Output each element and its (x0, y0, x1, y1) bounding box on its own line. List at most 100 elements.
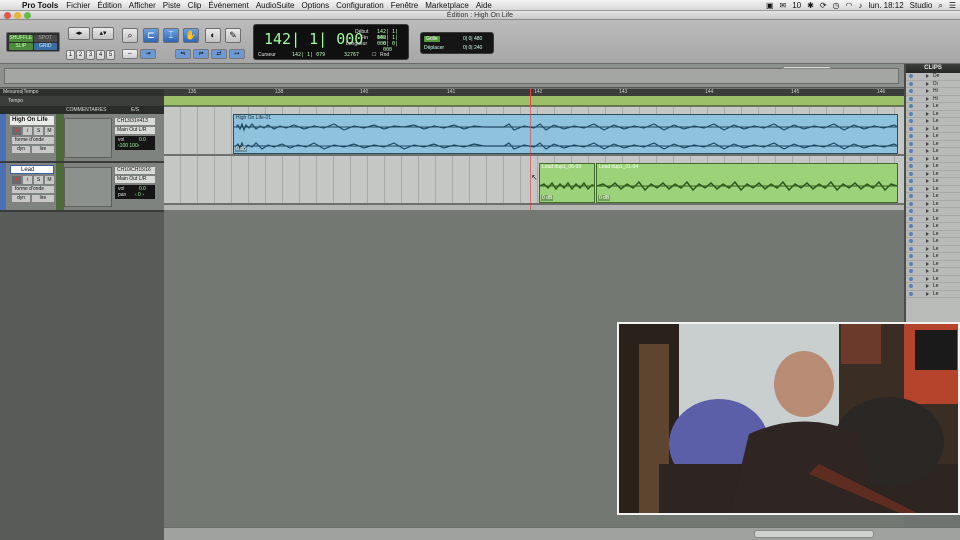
sync-icon[interactable]: ⟳ (820, 1, 827, 10)
mail-icon[interactable]: ✉ (780, 1, 787, 10)
track-view-selector[interactable]: forme d'onde (12, 137, 54, 144)
zoom-preset-4[interactable]: 4 (96, 50, 105, 60)
clips-list-item[interactable]: Le (906, 253, 960, 261)
disclosure-triangle-icon[interactable] (926, 284, 929, 289)
disclosure-triangle-icon[interactable] (926, 291, 929, 296)
zoom-preset-1[interactable]: 1 (66, 50, 75, 60)
clips-list-item[interactable]: Le (906, 133, 960, 141)
overview-strip[interactable] (4, 68, 899, 84)
minimize-window-icon[interactable] (14, 12, 21, 19)
volume-pan-display[interactable]: vol 0.0 pan ‹ 0 › (115, 185, 155, 199)
clips-list-item[interactable]: Le (906, 276, 960, 283)
clip-gain[interactable]: 0 dB (235, 146, 248, 152)
record-icon[interactable]: ● (12, 176, 21, 184)
disclosure-triangle-icon[interactable] (926, 104, 929, 109)
shuffle-mode-button[interactable]: SHUFFLE (9, 35, 33, 42)
zoom-preset-3[interactable]: 3 (86, 50, 95, 60)
disclosure-triangle-icon[interactable] (926, 231, 929, 236)
disclosure-triangle-icon[interactable] (926, 156, 929, 161)
track-lane-high-on-life[interactable]: High On Life-01 0 dB (164, 107, 904, 156)
clips-list-item[interactable]: De (906, 73, 960, 81)
automation-mode-button[interactable]: lire (32, 146, 54, 153)
playhead-marker[interactable] (530, 89, 531, 107)
notification-icon[interactable]: ☰ (949, 1, 956, 10)
clips-list-item[interactable]: Le (906, 238, 960, 246)
audio-clip[interactable]: Lead dup1_01-04 0 dB (596, 163, 898, 203)
clips-list-item[interactable]: Di (906, 81, 960, 88)
mirror-midi-icon[interactable]: ⇄ (211, 49, 227, 59)
spot-mode-button[interactable]: SPOT (33, 35, 57, 42)
disclosure-triangle-icon[interactable] (926, 201, 929, 206)
overview-scroll-handle[interactable] (783, 66, 831, 69)
close-window-icon[interactable] (4, 12, 11, 19)
clips-list-item[interactable]: Le (906, 148, 960, 156)
comments-field[interactable] (64, 118, 112, 158)
disclosure-triangle-icon[interactable] (926, 149, 929, 154)
grid-button[interactable]: Grille (424, 36, 440, 42)
zoom-horizontal-icon[interactable]: ◂▸ (68, 27, 90, 40)
grid-mode-button[interactable]: GRID (33, 43, 57, 50)
clips-list-item[interactable]: Le (906, 223, 960, 231)
pencil-tool-icon[interactable]: ✎ (225, 28, 241, 43)
disclosure-triangle-icon[interactable] (926, 246, 929, 251)
menu-piste[interactable]: Piste (163, 1, 181, 10)
menu-clip[interactable]: Clip (188, 1, 202, 10)
tab-to-transient-icon[interactable]: ⇥ (140, 49, 156, 59)
app-menu[interactable]: Pro Tools (22, 1, 58, 10)
grabber-tool-icon[interactable]: ✋ (183, 28, 199, 43)
nudge-value[interactable]: 0| 0| 240 (463, 45, 482, 51)
zoom-preset-2[interactable]: 2 (76, 50, 85, 60)
disclosure-triangle-icon[interactable] (926, 269, 929, 274)
audio-clip[interactable]: High On Life-01 0 dB (233, 114, 898, 154)
menu-evenement[interactable]: Événement (208, 1, 248, 10)
clips-list-item[interactable]: Le (906, 268, 960, 276)
clips-list-item[interactable]: Le (906, 208, 960, 216)
disclosure-triangle-icon[interactable] (926, 239, 929, 244)
disclosure-triangle-icon[interactable] (926, 261, 929, 266)
zoom-vertical-icon[interactable]: ▴▾ (92, 27, 114, 40)
clip-gain[interactable]: 0 dB (598, 195, 611, 201)
time-machine-icon[interactable]: ◷ (833, 1, 840, 10)
disclosure-triangle-icon[interactable] (926, 96, 929, 101)
clips-list-item[interactable]: Le (906, 111, 960, 118)
menu-afficher[interactable]: Afficher (129, 1, 156, 10)
clips-list-item[interactable]: Le (906, 246, 960, 253)
disclosure-triangle-icon[interactable] (926, 141, 929, 146)
clips-list-item[interactable]: Le (906, 141, 960, 148)
disclosure-triangle-icon[interactable] (926, 164, 929, 169)
pan-value[interactable]: ‹100 100› (118, 143, 139, 149)
track-header-high-on-life[interactable]: High On Life ● i S M forme d'onde dyn li… (0, 114, 164, 163)
disclosure-triangle-icon[interactable] (926, 194, 929, 199)
disclosure-triangle-icon[interactable] (926, 119, 929, 124)
vol-value[interactable]: 0.0 (139, 137, 146, 143)
pan-value[interactable]: ‹ 0 › (135, 192, 144, 198)
bars-beats-ruler[interactable]: 135 138 140 141 142 143 144 145 146 (164, 89, 904, 96)
clip-gain[interactable]: 0 dB (541, 195, 554, 201)
rnd-checkbox-icon[interactable]: ☐ (372, 52, 376, 58)
dyn-button[interactable]: dyn (12, 195, 30, 202)
bluetooth-icon[interactable]: ✱ (807, 1, 814, 10)
solo-icon[interactable]: S (34, 127, 43, 135)
user-menu[interactable]: Studio (910, 1, 933, 10)
trim-tool-icon[interactable]: ⊏ (143, 28, 159, 43)
clips-list-item[interactable]: Le (906, 231, 960, 238)
mute-icon[interactable]: M (45, 176, 54, 184)
clips-list-item[interactable]: Le (906, 193, 960, 201)
clips-list-item[interactable]: Le (906, 291, 960, 298)
insertion-follows-icon[interactable]: ↦ (229, 49, 245, 59)
menu-configuration[interactable]: Configuration (336, 1, 384, 10)
screen-record-icon[interactable]: ▣ (766, 1, 774, 10)
volume-pan-display[interactable]: vol 0.0 ‹100 100› (115, 136, 155, 150)
disclosure-triangle-icon[interactable] (926, 209, 929, 214)
clips-list-item[interactable]: Le (906, 171, 960, 178)
scroll-thumb[interactable] (754, 530, 874, 538)
disclosure-triangle-icon[interactable] (926, 254, 929, 259)
disclosure-triangle-icon[interactable] (926, 126, 929, 131)
disclosure-triangle-icon[interactable] (926, 89, 929, 94)
clips-list-item[interactable]: Le (906, 118, 960, 126)
edit-window-tracks[interactable]: High On Life-01 0 dB Lead dup1_06-03 0 d… (164, 107, 904, 210)
zoom-window-icon[interactable] (24, 12, 31, 19)
clips-list-item[interactable]: Le (906, 261, 960, 268)
input-selector[interactable]: CH13/31#413 (115, 118, 155, 125)
input-selector[interactable]: CH10/CH15/16 (115, 167, 155, 174)
